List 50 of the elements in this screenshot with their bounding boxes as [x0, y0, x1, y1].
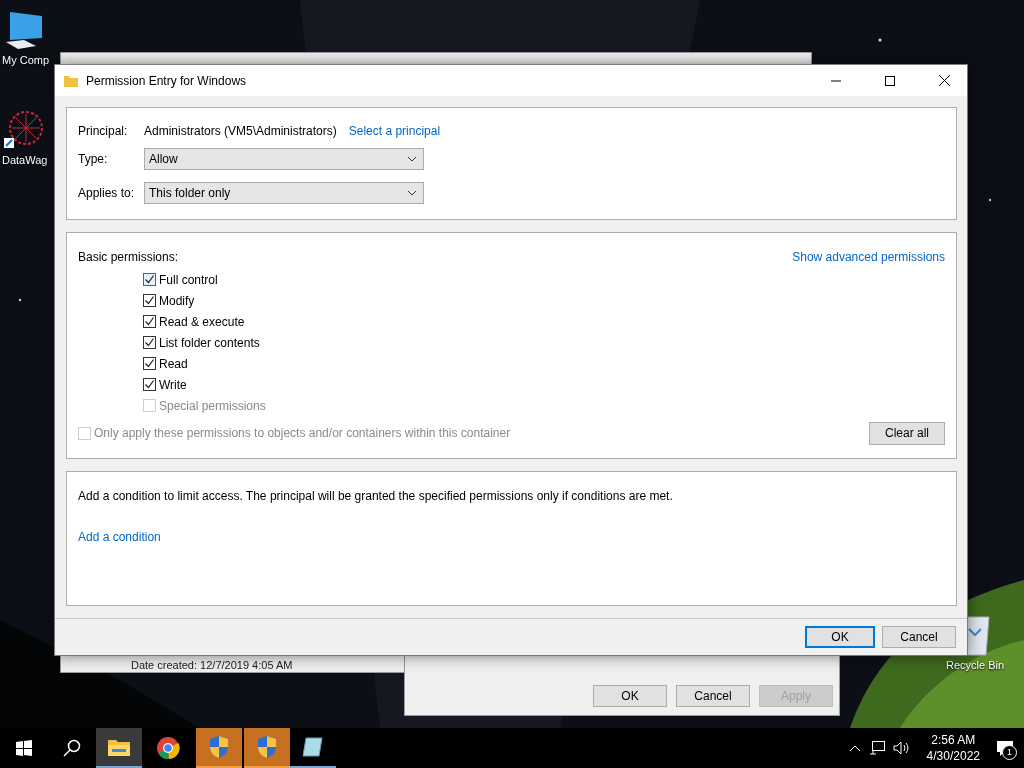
notebook-icon [301, 736, 325, 758]
type-dropdown[interactable]: Allow [144, 148, 424, 170]
dialog-button[interactable]: OK [805, 626, 875, 648]
four-panes-icon [16, 740, 32, 756]
select-principal-link[interactable]: Select a principal [348, 124, 441, 138]
desktop-icon-label[interactable]: My Comp [2, 54, 50, 66]
dialog-button[interactable]: Cancel [882, 626, 956, 648]
chevron-up-icon[interactable] [848, 744, 861, 752]
close-icon [938, 75, 950, 86]
caret-icon [407, 190, 417, 196]
permission-checkbox[interactable]: Write [143, 374, 945, 395]
permission-checkbox[interactable]: Read [143, 353, 945, 374]
principal-name: Administrators (VM5\Administrators) [144, 124, 337, 138]
permission-checkbox[interactable]: Full control [143, 269, 945, 290]
field-label: Principal: [78, 124, 129, 138]
checkmark-icon [144, 316, 155, 327]
checkmark-icon [144, 358, 155, 369]
shield-icon [208, 735, 230, 759]
checkmark-icon [144, 379, 155, 390]
checkmark-icon [144, 337, 155, 348]
network-icon[interactable] [868, 741, 885, 755]
desktop-icon-label[interactable]: DataWag [2, 154, 48, 166]
window-title: Permission Entry for Windows [86, 73, 248, 88]
applies-to-dropdown[interactable]: This folder only [144, 182, 424, 204]
add-condition-link[interactable]: Add a condition [78, 530, 161, 544]
taskbar-app-button[interactable] [96, 728, 142, 768]
folder-icon [107, 737, 131, 757]
permission-checkbox[interactable]: Modify [143, 290, 945, 311]
search-icon [63, 739, 81, 757]
caret-icon [407, 156, 417, 162]
dialog-button[interactable]: OK [593, 685, 667, 707]
field-label: Applies to: [78, 186, 136, 200]
folder-icon [64, 74, 78, 87]
desktop-icon-label[interactable]: Recycle Bin [945, 659, 1005, 671]
permission-checkbox[interactable]: Read & execute [143, 311, 945, 332]
maximize-icon [885, 75, 895, 86]
clock[interactable]: 2:56 AM 4/30/2022 [918, 732, 988, 764]
checkmark-icon [144, 295, 155, 306]
clear-all-button[interactable]: Clear all [869, 421, 945, 445]
checkmark-icon [144, 274, 155, 285]
section-heading: Basic permissions: [78, 250, 179, 264]
status-text: Date created: 12/7/2019 4:05 AM [131, 659, 293, 671]
dialog-button[interactable]: Cancel [676, 685, 750, 707]
browser-icon [156, 736, 180, 760]
advanced-permissions-link[interactable]: Show advanced permissions [792, 250, 945, 264]
field-label: Type: [78, 152, 109, 166]
condition-description: Add a condition to limit access. The principal will be granted the specified permissions only if conditions are met. [78, 489, 673, 503]
volume-icon[interactable] [892, 741, 911, 755]
permission-checkbox[interactable]: List folder contents [143, 332, 945, 353]
shield-icon [256, 735, 278, 759]
